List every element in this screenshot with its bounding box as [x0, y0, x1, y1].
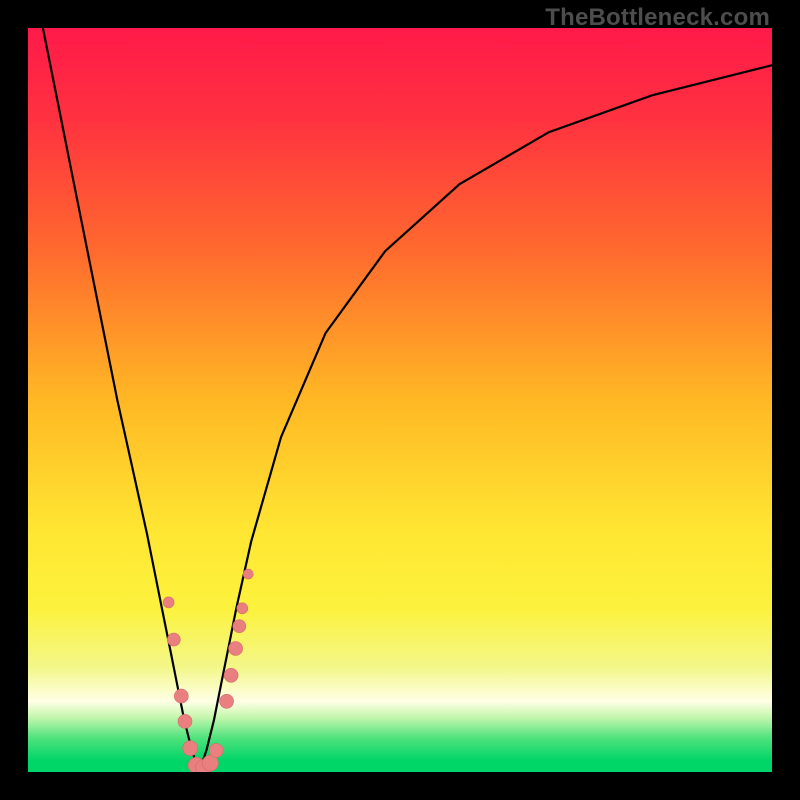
data-marker [209, 743, 223, 757]
data-marker [183, 741, 198, 756]
data-marker [163, 597, 174, 608]
plot-area [28, 28, 772, 772]
data-marker [178, 714, 192, 728]
data-marker [220, 694, 234, 708]
data-marker [229, 642, 243, 656]
data-marker [233, 620, 246, 633]
data-marker [224, 668, 238, 682]
outer-frame: TheBottleneck.com [0, 0, 800, 800]
data-marker [167, 633, 180, 646]
data-marker [243, 569, 253, 579]
data-marker [174, 689, 188, 703]
bottleneck-chart [28, 28, 772, 772]
data-marker [237, 603, 248, 614]
gradient-background [28, 28, 772, 772]
